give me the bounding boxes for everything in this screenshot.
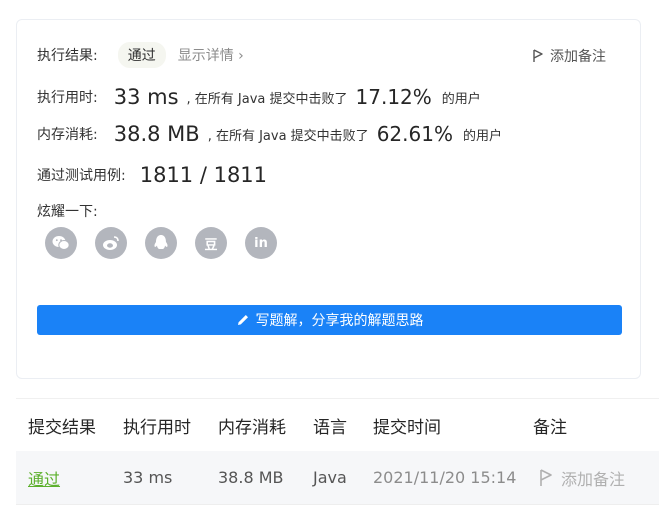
- row-memory: 38.8 MB: [218, 468, 284, 487]
- share-label: 炫耀一下:: [37, 204, 98, 220]
- douban-icon[interactable]: 豆: [195, 227, 227, 259]
- runtime-label: 执行用时:: [37, 90, 98, 106]
- memory-value: 38.8 MB: [113, 122, 200, 146]
- memory-suffix: 的用户: [462, 128, 502, 144]
- add-note-label: 添加备注: [550, 49, 606, 65]
- runtime-value: 33 ms: [113, 85, 179, 109]
- status-badge: 通过: [117, 42, 166, 68]
- linkedin-icon[interactable]: in: [245, 227, 277, 259]
- write-solution-label: 写题解，分享我的解题思路: [255, 313, 424, 329]
- share-label-row: 炫耀一下:: [37, 201, 98, 221]
- wechat-icon[interactable]: [45, 227, 77, 259]
- memory-label: 内存消耗:: [37, 127, 98, 143]
- runtime-suffix: 的用户: [441, 91, 481, 107]
- row-runtime: 33 ms: [123, 468, 173, 487]
- table-row: 通过 33 ms 38.8 MB Java 2021/11/20 15:14 添…: [16, 451, 659, 505]
- row-add-note-button[interactable]: 添加备注: [539, 451, 625, 504]
- testcases-label: 通过测试用例:: [37, 168, 126, 184]
- header-memory: 内存消耗: [218, 417, 286, 438]
- submission-result-card: 执行结果: 通过 显示详情 › 添加备注 执行用时: 33 ms , 在所有 J…: [16, 19, 641, 379]
- header-result: 提交结果: [28, 417, 96, 438]
- memory-row: 内存消耗: 38.8 MB , 在所有 Java 提交中击败了 62.61% 的…: [37, 120, 502, 148]
- weibo-icon[interactable]: [95, 227, 127, 259]
- flag-icon: [533, 49, 543, 62]
- row-result-link[interactable]: 通过: [28, 451, 60, 504]
- result-label: 执行结果:: [37, 48, 98, 64]
- header-note: 备注: [533, 417, 567, 438]
- pencil-icon: [237, 315, 248, 325]
- table-header: 提交结果 执行用时 内存消耗 语言 提交时间 备注: [16, 399, 659, 451]
- runtime-percent: 17.12%: [355, 85, 432, 109]
- row-submit-time: 2021/11/20 15:14: [373, 468, 517, 487]
- add-note-button[interactable]: 添加备注: [532, 46, 606, 66]
- qq-icon[interactable]: [145, 227, 177, 259]
- share-icons: 豆 in: [45, 227, 295, 259]
- testcases-row: 通过测试用例: 1811 / 1811: [37, 161, 267, 189]
- row-language: Java: [313, 468, 347, 487]
- header-runtime: 执行用时: [123, 417, 191, 438]
- show-details-link[interactable]: 显示详情 ›: [178, 45, 244, 65]
- runtime-beat-text: , 在所有 Java 提交中击败了: [186, 91, 348, 107]
- result-row: 执行结果: 通过 显示详情 ›: [37, 42, 244, 68]
- row-add-note-label: 添加备注: [561, 469, 626, 489]
- write-solution-button[interactable]: 写题解，分享我的解题思路: [37, 305, 622, 335]
- memory-percent: 62.61%: [376, 122, 453, 146]
- flag-icon: [540, 468, 552, 486]
- header-language: 语言: [313, 417, 347, 438]
- memory-beat-text: , 在所有 Java 提交中击败了: [207, 128, 369, 144]
- header-submit-time: 提交时间: [373, 417, 441, 438]
- testcases-value: 1811 / 1811: [139, 163, 268, 187]
- runtime-row: 执行用时: 33 ms , 在所有 Java 提交中击败了 17.12% 的用户: [37, 83, 481, 111]
- submission-table: 提交结果 执行用时 内存消耗 语言 提交时间 备注 通过 33 ms 38.8 …: [16, 398, 659, 505]
